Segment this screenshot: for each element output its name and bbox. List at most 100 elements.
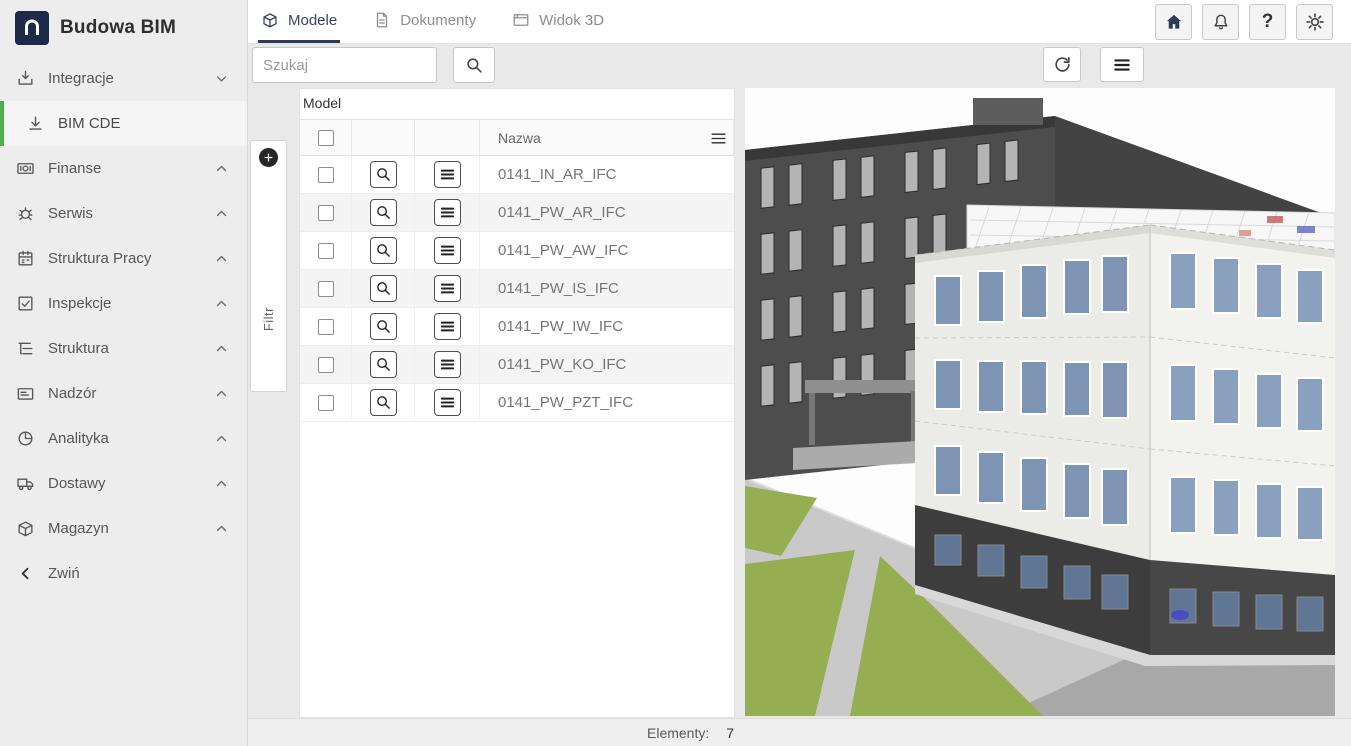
search-icon <box>465 56 484 75</box>
table-row[interactable]: 0141_PW_AW_IFC <box>300 232 734 270</box>
row-checkbox[interactable] <box>318 319 334 335</box>
sidebar-item-label: Integracje <box>48 70 114 87</box>
sidebar-item-analityka[interactable]: Analityka <box>0 416 247 461</box>
magnifier-icon <box>375 166 392 183</box>
sidebar-item-dostawy[interactable]: Dostawy <box>0 461 247 506</box>
row-menu-button[interactable] <box>434 351 461 378</box>
magnifier-icon <box>375 394 392 411</box>
search-input[interactable] <box>252 47 437 83</box>
bell-icon <box>1211 12 1231 32</box>
chevron-down-icon <box>212 69 231 88</box>
row-menu-button[interactable] <box>434 237 461 264</box>
search-button[interactable] <box>453 47 495 83</box>
row-preview-button[interactable] <box>370 389 397 416</box>
download-icon <box>26 114 45 133</box>
sidebar-item-magazyn[interactable]: Magazyn <box>0 506 247 551</box>
hamburger-icon <box>439 280 456 297</box>
sidebar-item-finanse[interactable]: Finanse <box>0 146 247 191</box>
document-icon <box>373 11 391 29</box>
sidebar-item-label: Inspekcje <box>48 295 111 312</box>
hamburger-icon <box>439 318 456 335</box>
row-preview-button[interactable] <box>370 313 397 340</box>
row-menu-button[interactable] <box>434 275 461 302</box>
analytics-icon <box>16 429 35 448</box>
row-preview-button[interactable] <box>370 351 397 378</box>
refresh-icon <box>1053 55 1072 74</box>
row-name: 0141_IN_AR_IFC <box>480 156 734 193</box>
plus-icon <box>263 152 274 163</box>
tab-label: Modele <box>288 12 337 29</box>
chevron-left-icon <box>16 564 35 583</box>
sidebar-item-nadzor[interactable]: Nadzór <box>0 371 247 416</box>
tab-widok-3d[interactable]: Widok 3D <box>509 0 607 43</box>
row-checkbox[interactable] <box>318 357 334 373</box>
chevron-up-icon <box>212 204 231 223</box>
table-header: Nazwa <box>300 119 734 156</box>
panel-title: Model <box>300 89 734 119</box>
row-preview-button[interactable] <box>370 237 397 264</box>
magnifier-icon <box>375 242 392 259</box>
sidebar-item-label: Serwis <box>48 205 93 222</box>
magnifier-icon <box>375 280 392 297</box>
row-menu-button[interactable] <box>434 161 461 188</box>
table-row[interactable]: 0141_PW_KO_IFC <box>300 346 734 384</box>
elements-count-value: 7 <box>726 725 734 741</box>
row-checkbox[interactable] <box>318 395 334 411</box>
tab-label: Widok 3D <box>539 12 604 29</box>
name-column-header: Nazwa <box>480 120 734 155</box>
chevron-up-icon <box>212 294 231 313</box>
row-preview-button[interactable] <box>370 161 397 188</box>
row-preview-button[interactable] <box>370 199 397 226</box>
sidebar-item-serwis[interactable]: Serwis <box>0 191 247 236</box>
viewport-menu-button[interactable] <box>1100 47 1144 82</box>
select-all-checkbox[interactable] <box>318 130 334 146</box>
sidebar-item-inspekcje[interactable]: Inspekcje <box>0 281 247 326</box>
table-row[interactable]: 0141_IN_AR_IFC <box>300 156 734 194</box>
tab-modele[interactable]: Modele <box>258 0 340 43</box>
model-list-panel: Model Nazwa 0141_IN_AR_IFC 0141_PW_AR_IF… <box>299 88 735 718</box>
settings-button[interactable] <box>1296 4 1333 40</box>
row-checkbox[interactable] <box>318 243 334 259</box>
row-menu-button[interactable] <box>434 389 461 416</box>
chevron-up-icon <box>212 249 231 268</box>
row-checkbox[interactable] <box>318 167 334 183</box>
row-name: 0141_PW_AR_IFC <box>480 194 734 231</box>
sidebar-item-integracje[interactable]: Integracje <box>0 56 247 101</box>
help-button[interactable]: ? <box>1249 4 1286 40</box>
window-3d-icon <box>512 11 530 29</box>
gear-icon <box>1305 12 1325 32</box>
tab-dokumenty[interactable]: Dokumenty <box>370 0 479 43</box>
row-menu-button[interactable] <box>434 199 461 226</box>
model-cube-icon <box>261 11 279 29</box>
3d-viewport[interactable] <box>745 88 1335 716</box>
refresh-button[interactable] <box>1043 47 1081 82</box>
row-preview-button[interactable] <box>370 275 397 302</box>
filter-panel-tab[interactable]: Filtr <box>250 140 287 392</box>
chevron-up-icon <box>212 384 231 403</box>
home-button[interactable] <box>1155 4 1192 40</box>
row-menu-button[interactable] <box>434 313 461 340</box>
column-settings-icon[interactable] <box>709 129 728 148</box>
add-filter-button[interactable] <box>259 148 278 167</box>
sidebar-item-struktura[interactable]: Struktura <box>0 326 247 371</box>
sidebar-item-label: Struktura Pracy <box>48 250 151 267</box>
row-name: 0141_PW_IW_IFC <box>480 308 734 345</box>
notifications-button[interactable] <box>1202 4 1239 40</box>
sidebar-item-bim-cde[interactable]: BIM CDE <box>0 101 247 146</box>
row-checkbox[interactable] <box>318 205 334 221</box>
row-name: 0141_PW_KO_IFC <box>480 346 734 383</box>
chevron-up-icon <box>212 339 231 358</box>
row-checkbox[interactable] <box>318 281 334 297</box>
table-row[interactable]: 0141_PW_IS_IFC <box>300 270 734 308</box>
preview-column-header <box>352 120 415 155</box>
sidebar-collapse-button[interactable]: Zwiń <box>0 551 247 596</box>
row-name: 0141_PW_AW_IFC <box>480 232 734 269</box>
table-row[interactable]: 0141_PW_AR_IFC <box>300 194 734 232</box>
warehouse-icon <box>16 519 35 538</box>
table-row[interactable]: 0141_PW_IW_IFC <box>300 308 734 346</box>
chevron-up-icon <box>212 159 231 178</box>
hamburger-icon <box>439 204 456 221</box>
table-row[interactable]: 0141_PW_PZT_IFC <box>300 384 734 422</box>
filter-tab-label: Filtr <box>261 307 276 331</box>
sidebar-item-struktura-pracy[interactable]: Struktura Pracy <box>0 236 247 281</box>
